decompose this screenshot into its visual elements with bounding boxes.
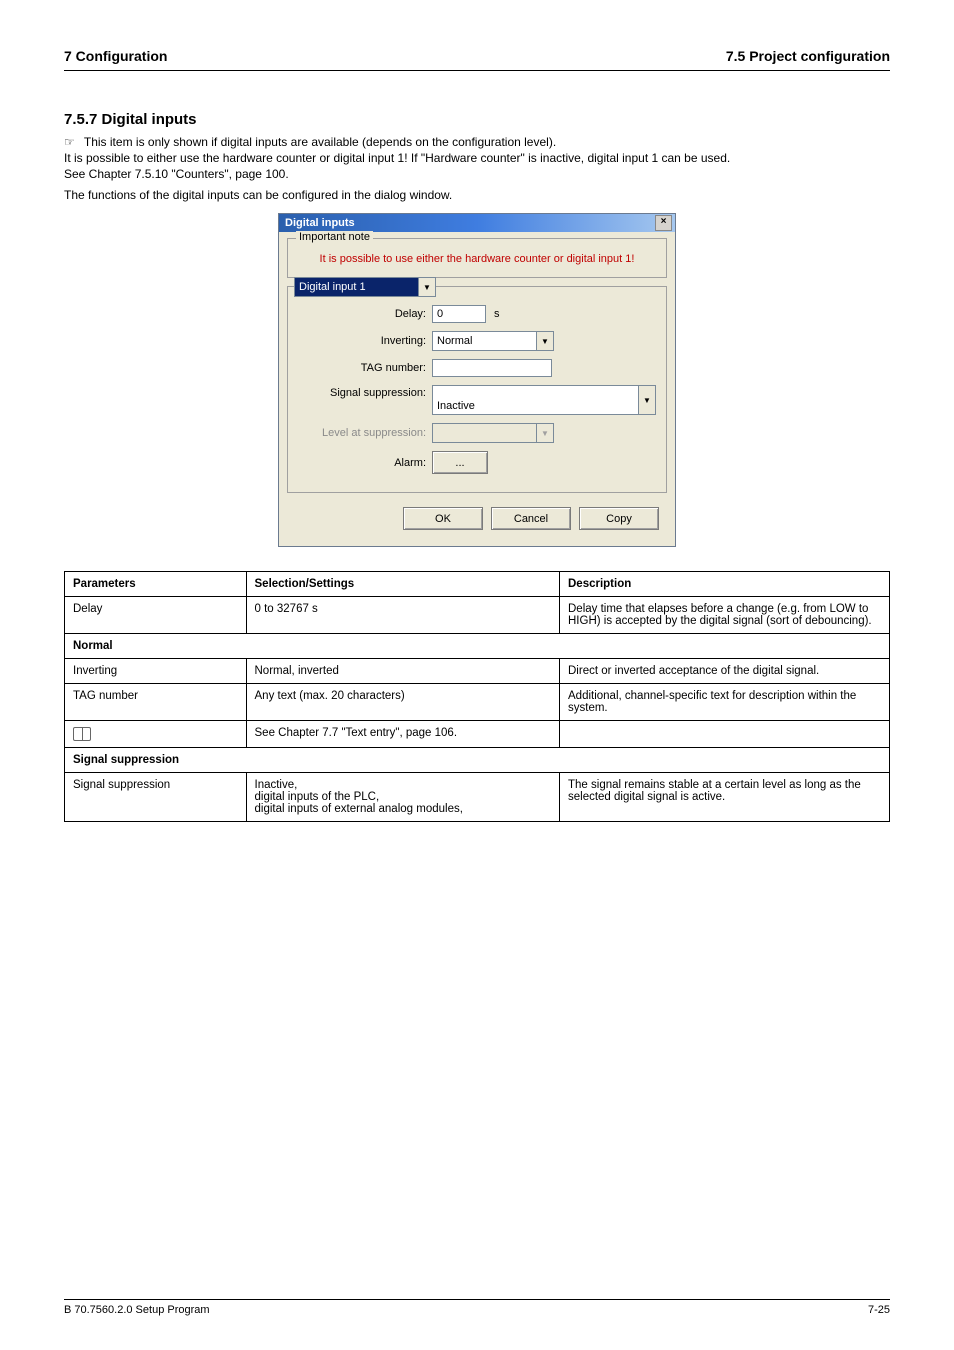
table-row: See Chapter 7.7 "Text entry", page 106. xyxy=(65,721,890,748)
important-note-group: Important note It is possible to use eit… xyxy=(287,238,667,278)
delay-label: Delay: xyxy=(296,308,432,320)
table-row: Inverting Normal, inverted Direct or inv… xyxy=(65,659,890,684)
cell-param: Delay xyxy=(65,597,247,634)
chevron-down-icon[interactable]: ▼ xyxy=(418,278,435,296)
chevron-down-icon[interactable]: ▼ xyxy=(638,386,655,414)
chevron-down-icon: ▼ xyxy=(536,424,553,442)
subheader-sigsup: Signal suppression xyxy=(65,748,890,773)
table-row: TAG number Any text (max. 20 characters)… xyxy=(65,684,890,721)
chevron-down-icon[interactable]: ▼ xyxy=(536,332,553,350)
note-line-2: It is possible to either use the hardwar… xyxy=(64,151,730,165)
cell-sel: 0 to 32767 s xyxy=(246,597,560,634)
cell-sel: Normal, inverted xyxy=(246,659,560,684)
page-heading: 7.5 Project configuration xyxy=(726,48,890,64)
cell-param xyxy=(65,721,247,748)
intro-text: The functions of the digital inputs can … xyxy=(64,187,890,204)
cell-desc: The signal remains stable at a certain l… xyxy=(560,773,890,822)
close-icon[interactable]: × xyxy=(655,215,672,231)
header-rule xyxy=(64,70,890,71)
cell-desc xyxy=(560,721,890,748)
chapter-heading: 7 Configuration xyxy=(64,48,167,64)
digital-inputs-dialog: Digital inputs × Important note It is po… xyxy=(278,213,676,547)
alarm-button[interactable]: ... xyxy=(432,451,488,474)
important-note-label: Important note xyxy=(296,231,373,243)
level-label: Level at suppression: xyxy=(296,427,432,439)
cell-desc: Additional, channel-specific text for de… xyxy=(560,684,890,721)
digital-input-select-value: Digital input 1 xyxy=(295,278,418,296)
cell-param: Signal suppression xyxy=(65,773,247,822)
cell-desc: Direct or inverted acceptance of the dig… xyxy=(560,659,890,684)
cell-desc: Delay time that elapses before a change … xyxy=(560,597,890,634)
col-selection: Selection/Settings xyxy=(246,572,560,597)
level-select: ▼ xyxy=(432,423,554,443)
delay-unit: s xyxy=(494,308,500,320)
subheader-normal: Normal xyxy=(65,634,890,659)
note-icon: ☞ xyxy=(64,134,75,150)
cell-sel: See Chapter 7.7 "Text entry", page 106. xyxy=(246,721,560,748)
dialog-titlebar: Digital inputs × xyxy=(279,214,675,232)
signal-suppression-value: Inactive xyxy=(433,386,638,414)
important-note-text: It is possible to use either the hardwar… xyxy=(296,247,658,267)
note-line-1: This item is only shown if digital input… xyxy=(84,135,556,149)
inverting-value: Normal xyxy=(433,332,536,350)
table-row: Signal suppression Inactive, digital inp… xyxy=(65,773,890,822)
input-group: Digital input 1 ▼ Delay: 0 s Inverting: … xyxy=(287,286,667,493)
ok-button[interactable]: OK xyxy=(403,507,483,530)
cell-sel: Inactive, digital inputs of the PLC, dig… xyxy=(246,773,560,822)
note-line-3: See Chapter 7.5.10 "Counters", page 100. xyxy=(64,167,289,181)
footer-right: 7-25 xyxy=(868,1304,890,1316)
tag-label: TAG number: xyxy=(296,362,432,374)
copy-button[interactable]: Copy xyxy=(579,507,659,530)
cell-sel: Any text (max. 20 characters) xyxy=(246,684,560,721)
col-param: Parameters xyxy=(65,572,247,597)
signal-suppression-select[interactable]: Inactive ▼ xyxy=(432,385,656,415)
table-row: Normal xyxy=(65,634,890,659)
alarm-label: Alarm: xyxy=(296,457,432,469)
footer: B 70.7560.2.0 Setup Program 7-25 xyxy=(64,1299,890,1316)
signal-suppression-label: Signal suppression: xyxy=(296,385,432,399)
book-icon xyxy=(73,727,91,741)
col-description: Description xyxy=(560,572,890,597)
cancel-button[interactable]: Cancel xyxy=(491,507,571,530)
dialog-title: Digital inputs xyxy=(285,217,355,229)
inverting-label: Inverting: xyxy=(296,335,432,347)
delay-input[interactable]: 0 xyxy=(432,305,486,323)
inverting-select[interactable]: Normal ▼ xyxy=(432,331,554,351)
cell-param: TAG number xyxy=(65,684,247,721)
parameter-table: Parameters Selection/Settings Descriptio… xyxy=(64,571,890,822)
table-row: Delay 0 to 32767 s Delay time that elaps… xyxy=(65,597,890,634)
section-title: 7.5.7 Digital inputs xyxy=(64,111,890,128)
note-block: ☞ This item is only shown if digital inp… xyxy=(64,134,890,183)
cell-param: Inverting xyxy=(65,659,247,684)
footer-left: B 70.7560.2.0 Setup Program xyxy=(64,1304,210,1316)
table-row: Signal suppression xyxy=(65,748,890,773)
tag-input[interactable] xyxy=(432,359,552,377)
digital-input-select[interactable]: Digital input 1 ▼ xyxy=(294,277,436,297)
level-value xyxy=(433,424,536,442)
